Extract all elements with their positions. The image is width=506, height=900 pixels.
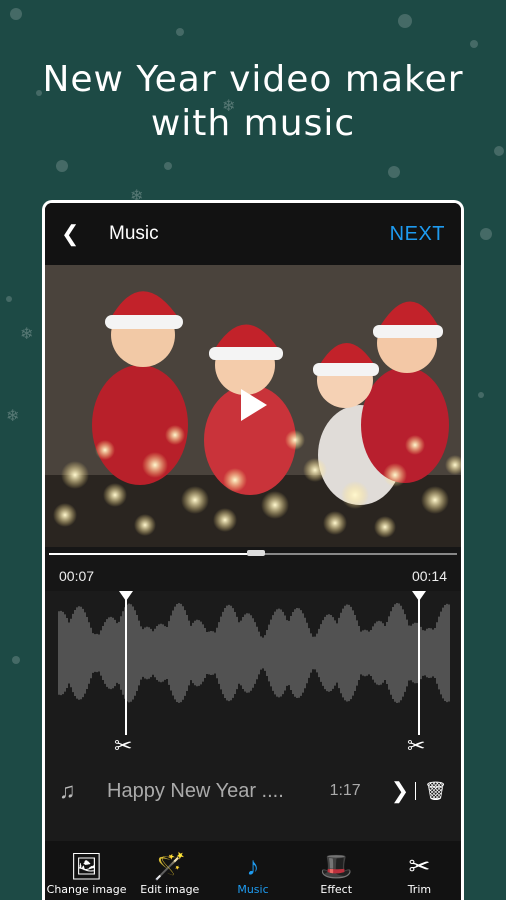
audio-trimmer[interactable]: ✂ ✂ (45, 591, 461, 766)
song-row: ♫ Happy New Year .... 1:17 ❯ 🗑 (45, 766, 461, 816)
scissors-icon[interactable]: ✂ (114, 733, 132, 759)
page-title: Music (109, 223, 159, 244)
tool-label: Trim (407, 883, 432, 896)
chevron-left-icon: ❮ (61, 221, 80, 246)
scissors-icon[interactable]: ✂ (407, 733, 425, 759)
tool-edit-image[interactable]: 🪄 Edit image (128, 849, 211, 896)
video-preview[interactable] (45, 265, 461, 547)
scissors-icon: ✂ (408, 851, 431, 881)
start-time: 00:07 (59, 568, 95, 584)
promo-headline: New Year video maker with music (0, 58, 506, 146)
headline-line-2: with music (150, 103, 356, 144)
tool-music[interactable]: ♪ Music (211, 849, 294, 896)
delete-icon[interactable]: 🗑 (424, 781, 447, 802)
music-note-icon: ♫ (59, 778, 76, 803)
audio-waveform (58, 603, 450, 703)
spacer (45, 816, 461, 841)
phone-frame: ❮ Music NEXT 00:07 00:14 ✂ ✂ ♫ Happy New… (42, 200, 464, 900)
snowflake-icon: ❄ (20, 326, 34, 343)
trim-start-handle[interactable] (125, 595, 127, 735)
tool-trim[interactable]: ✂ Trim (378, 849, 461, 896)
play-icon[interactable] (241, 389, 267, 421)
seek-thumb[interactable] (247, 550, 265, 556)
tool-change-image[interactable]: 🖼 Change image (45, 849, 128, 896)
back-button[interactable]: ❮ (61, 221, 97, 247)
tool-label: Music (237, 883, 269, 896)
song-duration: 1:17 (329, 782, 361, 799)
app-bar: ❮ Music NEXT (45, 203, 461, 265)
end-time: 00:14 (411, 568, 447, 584)
tool-label: Change image (46, 883, 127, 896)
bottom-toolbar: 🖼 Change image 🪄 Edit image ♪ Music 🎩 Ef… (45, 841, 461, 900)
tool-label: Effect (320, 883, 353, 896)
headline-line-1: New Year video maker (42, 59, 464, 100)
tool-label: Edit image (140, 883, 200, 896)
seek-bar[interactable] (45, 547, 461, 561)
trim-end-handle[interactable] (418, 595, 420, 735)
snowflake-icon: ❄ (6, 408, 20, 425)
divider (415, 782, 417, 800)
time-row: 00:07 00:14 (45, 561, 461, 591)
magic-wand-icon: 🪄 (153, 851, 186, 881)
seek-progress (49, 553, 253, 555)
chevron-right-icon[interactable]: ❯ (391, 778, 409, 804)
tool-effect[interactable]: 🎩 Effect (295, 849, 378, 896)
image-icon: 🖼 (70, 851, 104, 881)
song-name: Happy New Year .... (107, 779, 284, 802)
magic-hat-icon: 🎩 (320, 851, 353, 881)
next-button[interactable]: NEXT (390, 223, 445, 246)
music-note-icon: ♪ (246, 851, 260, 881)
